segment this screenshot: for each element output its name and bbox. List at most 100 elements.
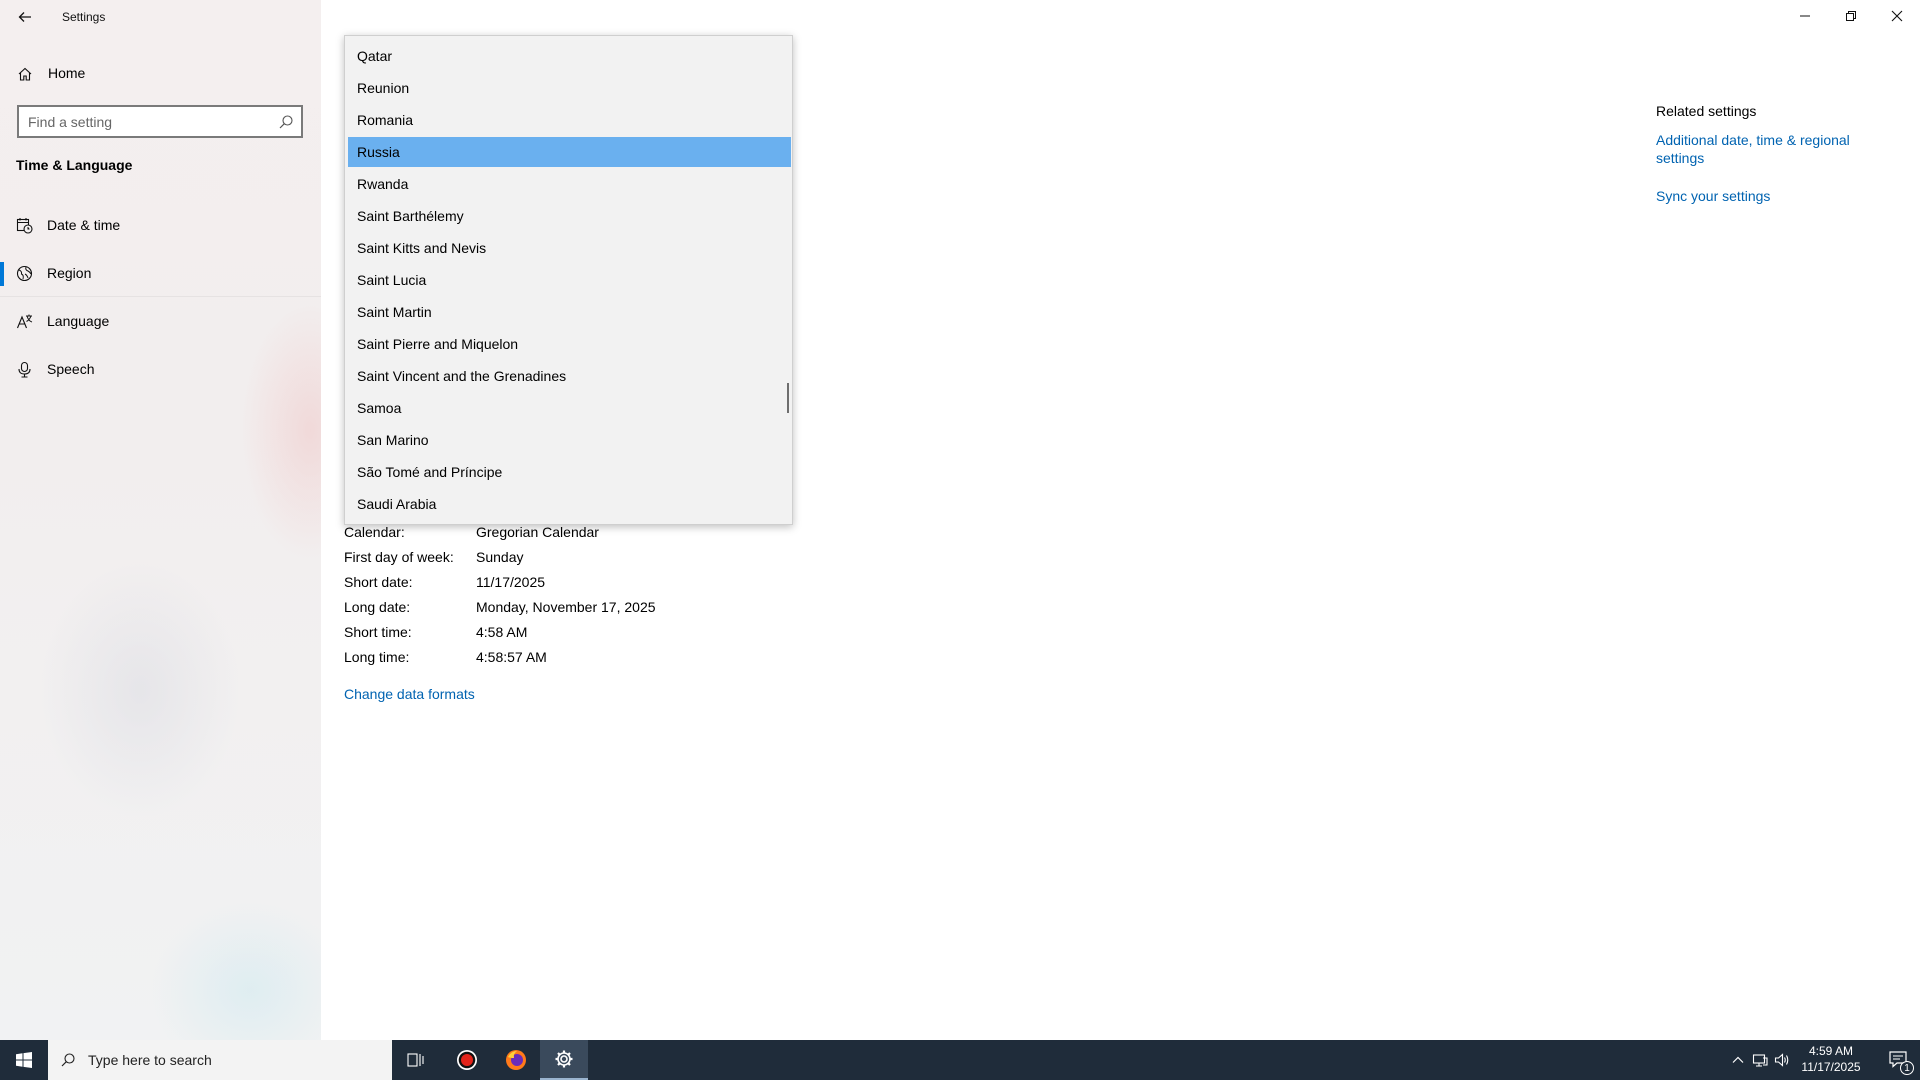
dropdown-item-label: Saint Martin — [357, 304, 432, 320]
taskbar-search-box[interactable]: Type here to search — [48, 1040, 392, 1080]
format-label: Calendar: — [344, 524, 405, 540]
restore-icon — [1846, 11, 1856, 21]
restore-button[interactable] — [1828, 0, 1874, 32]
back-button[interactable] — [10, 4, 40, 30]
dropdown-item-label: Romania — [357, 112, 414, 128]
format-value: Monday, November 17, 2025 — [476, 599, 656, 615]
nav-item-label: Region — [47, 265, 92, 281]
network-icon[interactable] — [1752, 1052, 1768, 1068]
close-button[interactable] — [1874, 0, 1920, 32]
dropdown-item-saint-kitts-and-nevis[interactable]: Saint Kitts and Nevis — [348, 233, 791, 263]
acrylic-glow — [150, 900, 321, 1040]
format-row-calendar: Calendar: Gregorian Calendar — [344, 524, 844, 544]
nav-item-region[interactable]: Region — [0, 253, 321, 293]
country-dropdown-list[interactable]: Qatar Reunion Romania Russia Rwanda Sain… — [344, 35, 793, 525]
close-icon — [1891, 10, 1903, 22]
taskbar-app-recorder[interactable] — [443, 1040, 491, 1080]
format-value: Sunday — [476, 549, 524, 565]
nav-item-language[interactable]: Language — [0, 301, 321, 341]
dropdown-item-saint-lucia[interactable]: Saint Lucia — [348, 265, 791, 295]
start-button[interactable] — [0, 1040, 48, 1080]
taskbar: Type here to search 4:59 AM 11/17/2025 1 — [0, 1040, 1920, 1080]
globe-icon — [16, 265, 33, 282]
calendar-clock-icon — [16, 218, 33, 234]
dropdown-item-saint-vincent-and-the-grenadines[interactable]: Saint Vincent and the Grenadines — [348, 361, 791, 391]
dropdown-item-russia[interactable]: Russia — [348, 137, 791, 167]
clock-date: 11/17/2025 — [1801, 1060, 1861, 1074]
taskbar-app-firefox[interactable] — [492, 1040, 540, 1080]
action-center-button[interactable]: 1 — [1888, 1049, 1914, 1075]
back-arrow-icon — [18, 12, 31, 22]
dropdown-item-label: Samoa — [357, 400, 402, 416]
dropdown-item-label: Reunion — [357, 80, 410, 96]
dropdown-item-saint-martin[interactable]: Saint Martin — [348, 297, 791, 327]
windows-logo-icon — [16, 1052, 32, 1068]
nav-item-date-time[interactable]: Date & time — [0, 205, 321, 245]
chevron-up-icon[interactable] — [1730, 1052, 1746, 1068]
dropdown-item-rwanda[interactable]: Rwanda — [348, 169, 791, 199]
dropdown-item-saint-barthelemy[interactable]: Saint Barthélemy — [348, 201, 791, 231]
find-setting-search[interactable] — [17, 105, 303, 138]
clock-time: 4:59 AM — [1808, 1044, 1854, 1058]
format-row-short-date: Short date: 11/17/2025 — [344, 574, 844, 594]
volume-icon[interactable] — [1774, 1052, 1790, 1068]
dropdown-item-label: Rwanda — [357, 176, 409, 192]
dropdown-item-label: Saint Pierre and Miquelon — [357, 336, 519, 352]
find-setting-input[interactable] — [19, 107, 259, 136]
format-label: Short time: — [344, 624, 412, 640]
navigation-pane: Settings Home Time & Language Date & tim… — [0, 0, 321, 1040]
format-value: Gregorian Calendar — [476, 524, 599, 540]
window-title: Settings — [62, 10, 106, 24]
record-icon — [457, 1050, 477, 1070]
nav-item-label: Language — [47, 313, 110, 329]
format-label: Long time: — [344, 649, 410, 665]
format-label: Short date: — [344, 574, 413, 590]
change-data-formats-link[interactable]: Change data formats — [344, 686, 475, 702]
dropdown-item-label: Saint Barthélemy — [357, 208, 464, 224]
format-label: Long date: — [344, 599, 411, 615]
language-icon — [16, 314, 33, 329]
taskbar-clock[interactable]: 4:59 AM 11/17/2025 — [1796, 1043, 1866, 1075]
dropdown-item-label: Saint Kitts and Nevis — [357, 240, 487, 256]
format-row-short-time: Short time: 4:58 AM — [344, 624, 844, 644]
sync-settings-link[interactable]: Sync your settings — [1656, 188, 1770, 204]
related-settings-header: Related settings — [1656, 103, 1757, 119]
format-row-long-date: Long date: Monday, November 17, 2025 — [344, 599, 844, 619]
additional-regional-settings-link[interactable]: Additional date, time & regional setting… — [1656, 131, 1871, 167]
nav-item-speech[interactable]: Speech — [0, 349, 321, 389]
minimize-button[interactable] — [1782, 0, 1828, 32]
dropdown-item-san-marino[interactable]: San Marino — [348, 425, 791, 455]
format-row-long-time: Long time: 4:58:57 AM — [344, 649, 844, 669]
task-view-button[interactable] — [392, 1040, 440, 1080]
selection-indicator — [0, 262, 4, 286]
taskbar-search-placeholder: Type here to search — [88, 1052, 212, 1068]
firefox-icon — [506, 1050, 526, 1070]
taskbar-app-settings[interactable] — [540, 1040, 588, 1080]
dropdown-item-label: Saint Lucia — [357, 272, 427, 288]
dropdown-item-label: Saint Vincent and the Grenadines — [357, 368, 567, 384]
dropdown-item-reunion[interactable]: Reunion — [348, 73, 791, 103]
dropdown-item-label: Russia — [357, 144, 400, 160]
system-tray: 4:59 AM 11/17/2025 1 — [1730, 1040, 1920, 1080]
dropdown-item-samoa[interactable]: Samoa — [348, 393, 791, 423]
dropdown-item-qatar[interactable]: Qatar — [348, 41, 791, 71]
dropdown-item-label: Qatar — [357, 48, 393, 64]
dropdown-item-saint-pierre-and-miquelon[interactable]: Saint Pierre and Miquelon — [348, 329, 791, 359]
window-controls — [1782, 0, 1920, 32]
search-icon — [61, 1053, 75, 1067]
task-view-icon — [407, 1053, 424, 1067]
dropdown-item-sao-tome-and-principe[interactable]: São Tomé and Príncipe — [348, 457, 791, 487]
format-label: First day of week: — [344, 549, 454, 565]
gear-icon — [555, 1050, 573, 1068]
nav-home-label: Home — [48, 65, 86, 81]
dropdown-item-romania[interactable]: Romania — [348, 105, 791, 135]
nav-home[interactable]: Home — [0, 58, 321, 90]
format-value: 11/17/2025 — [476, 574, 546, 590]
dropdown-item-saudi-arabia[interactable]: Saudi Arabia — [348, 489, 791, 519]
divider — [0, 296, 321, 297]
dropdown-item-label: São Tomé and Príncipe — [357, 464, 503, 480]
section-title: Time & Language — [16, 157, 133, 173]
search-icon[interactable] — [278, 114, 294, 130]
microphone-icon — [18, 361, 31, 378]
dropdown-scrollbar-thumb[interactable] — [787, 383, 789, 413]
